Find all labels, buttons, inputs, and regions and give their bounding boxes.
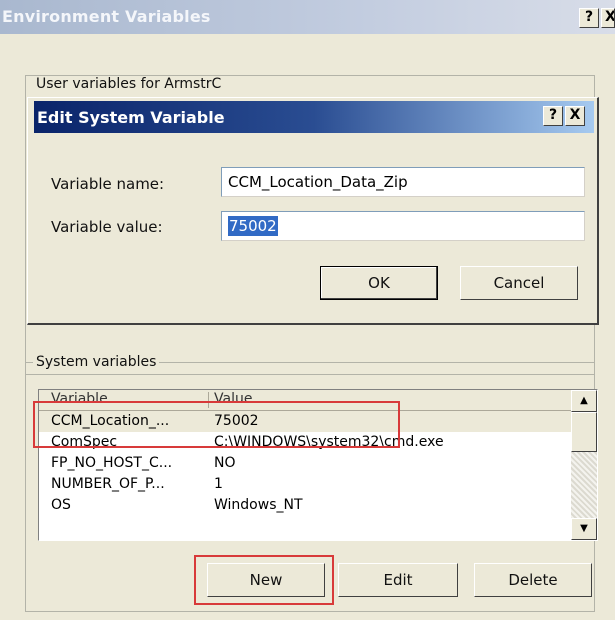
dialog-title: Edit System Variable bbox=[37, 108, 225, 127]
table-row[interactable]: OS Windows_NT bbox=[39, 495, 571, 516]
close-button[interactable]: X bbox=[601, 8, 615, 28]
arrow-down-icon: ▼ bbox=[580, 523, 588, 534]
cancel-button[interactable]: Cancel bbox=[460, 266, 578, 300]
variable-name-field[interactable]: CCM_Location_Data_Zip bbox=[221, 167, 585, 197]
variable-cell: NUMBER_OF_P... bbox=[51, 476, 165, 492]
variable-name-label: Variable name: bbox=[51, 175, 165, 193]
value-cell: 1 bbox=[214, 476, 223, 492]
scroll-up-button[interactable]: ▲ bbox=[571, 390, 597, 412]
highlight-selected-row bbox=[33, 401, 400, 448]
dialog-help-button[interactable]: ? bbox=[543, 106, 563, 126]
variable-cell: FP_NO_HOST_C... bbox=[51, 455, 173, 471]
variable-value-field[interactable]: 75002 bbox=[221, 211, 585, 241]
table-row[interactable]: NUMBER_OF_P... 1 bbox=[39, 474, 571, 495]
value-cell: Windows_NT bbox=[214, 497, 303, 513]
variable-name-text: CCM_Location_Data_Zip bbox=[228, 173, 408, 191]
help-button[interactable]: ? bbox=[579, 8, 599, 28]
table-row[interactable]: FP_NO_HOST_C... NO bbox=[39, 453, 571, 474]
system-variables-label: System variables bbox=[33, 354, 160, 370]
vertical-scrollbar[interactable]: ▲ ▼ bbox=[571, 390, 597, 540]
window-titlebar[interactable]: Environment Variables ? X bbox=[0, 0, 615, 34]
value-cell: NO bbox=[214, 455, 236, 471]
scroll-thumb[interactable] bbox=[571, 412, 597, 452]
variable-value-selected-text: 75002 bbox=[228, 216, 278, 236]
delete-button[interactable]: Delete bbox=[474, 563, 592, 597]
ok-button[interactable]: OK bbox=[320, 266, 438, 300]
variable-value-label: Variable value: bbox=[51, 218, 163, 236]
dialog-close-button[interactable]: X bbox=[565, 106, 585, 126]
window-title: Environment Variables bbox=[2, 7, 211, 26]
dialog-titlebar[interactable]: Edit System Variable ? X bbox=[34, 101, 594, 133]
variable-cell: OS bbox=[51, 497, 71, 513]
edit-button[interactable]: Edit bbox=[338, 563, 458, 597]
arrow-up-icon: ▲ bbox=[580, 395, 588, 406]
highlight-new-button bbox=[194, 555, 334, 605]
scroll-down-button[interactable]: ▼ bbox=[571, 518, 597, 540]
environment-variables-window: Environment Variables ? X User variables… bbox=[0, 0, 615, 620]
user-variables-label: User variables for ArmstrC bbox=[33, 76, 225, 92]
